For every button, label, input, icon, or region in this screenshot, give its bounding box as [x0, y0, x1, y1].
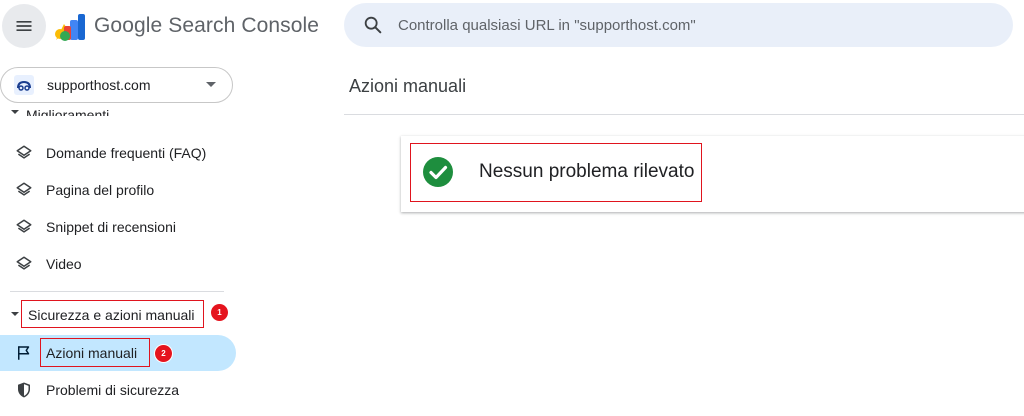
sidebar-item-video[interactable]: Video	[0, 246, 236, 282]
sidebar-item-faq[interactable]: Domande frequenti (FAQ)	[0, 135, 236, 171]
search-input[interactable]: Controlla qualsiasi URL in "supporthost.…	[398, 17, 696, 34]
layers-icon	[16, 145, 32, 159]
layers-icon	[16, 256, 32, 270]
sidebar-item-profile-page[interactable]: Pagina del profilo	[0, 172, 236, 208]
hamburger-icon	[16, 21, 32, 31]
sidebar-divider	[10, 291, 224, 292]
layers-icon	[16, 219, 32, 233]
collapse-triangle-icon	[11, 312, 19, 316]
property-selector[interactable]: supporthost.com	[0, 67, 233, 103]
highlight-box-status	[410, 143, 702, 202]
page-title: Azioni manuali	[349, 76, 467, 96]
sidebar-item-label: Problemi di sicurezza	[46, 382, 180, 398]
highlight-box-2	[40, 338, 150, 367]
annotation-badge-2: 2	[155, 345, 172, 362]
search-console-logo	[55, 14, 85, 41]
sidebar-item-label: Pagina del profilo	[46, 182, 155, 198]
chevron-down-icon	[206, 82, 216, 87]
property-name: supporthost.com	[47, 77, 151, 93]
flag-icon	[18, 346, 30, 360]
annotation-badge-1: 1	[211, 304, 228, 321]
main-divider	[344, 114, 1024, 115]
section-label: Miglioramenti	[26, 107, 110, 116]
shield-icon	[18, 382, 30, 398]
url-inspection-search[interactable]: Controlla qualsiasi URL in "supporthost.…	[344, 3, 1013, 47]
section-header-improvements[interactable]: Miglioramenti	[0, 104, 240, 116]
app-title: Google Search Console	[94, 14, 320, 37]
sidebar-item-review-snippets[interactable]: Snippet di recensioni	[0, 209, 236, 245]
sidebar-item-security-issues[interactable]: Problemi di sicurezza	[0, 372, 236, 408]
sidebar-item-label: Video	[46, 256, 82, 272]
sidebar-item-label: Snippet di recensioni	[46, 219, 176, 235]
layers-icon	[16, 182, 32, 196]
sidebar-item-label: Domande frequenti (FAQ)	[46, 145, 207, 161]
highlight-box-1	[21, 300, 204, 328]
site-favicon-icon	[14, 75, 34, 95]
collapse-triangle-icon	[11, 110, 19, 114]
main-menu-button[interactable]	[2, 4, 46, 48]
search-icon	[364, 16, 382, 34]
